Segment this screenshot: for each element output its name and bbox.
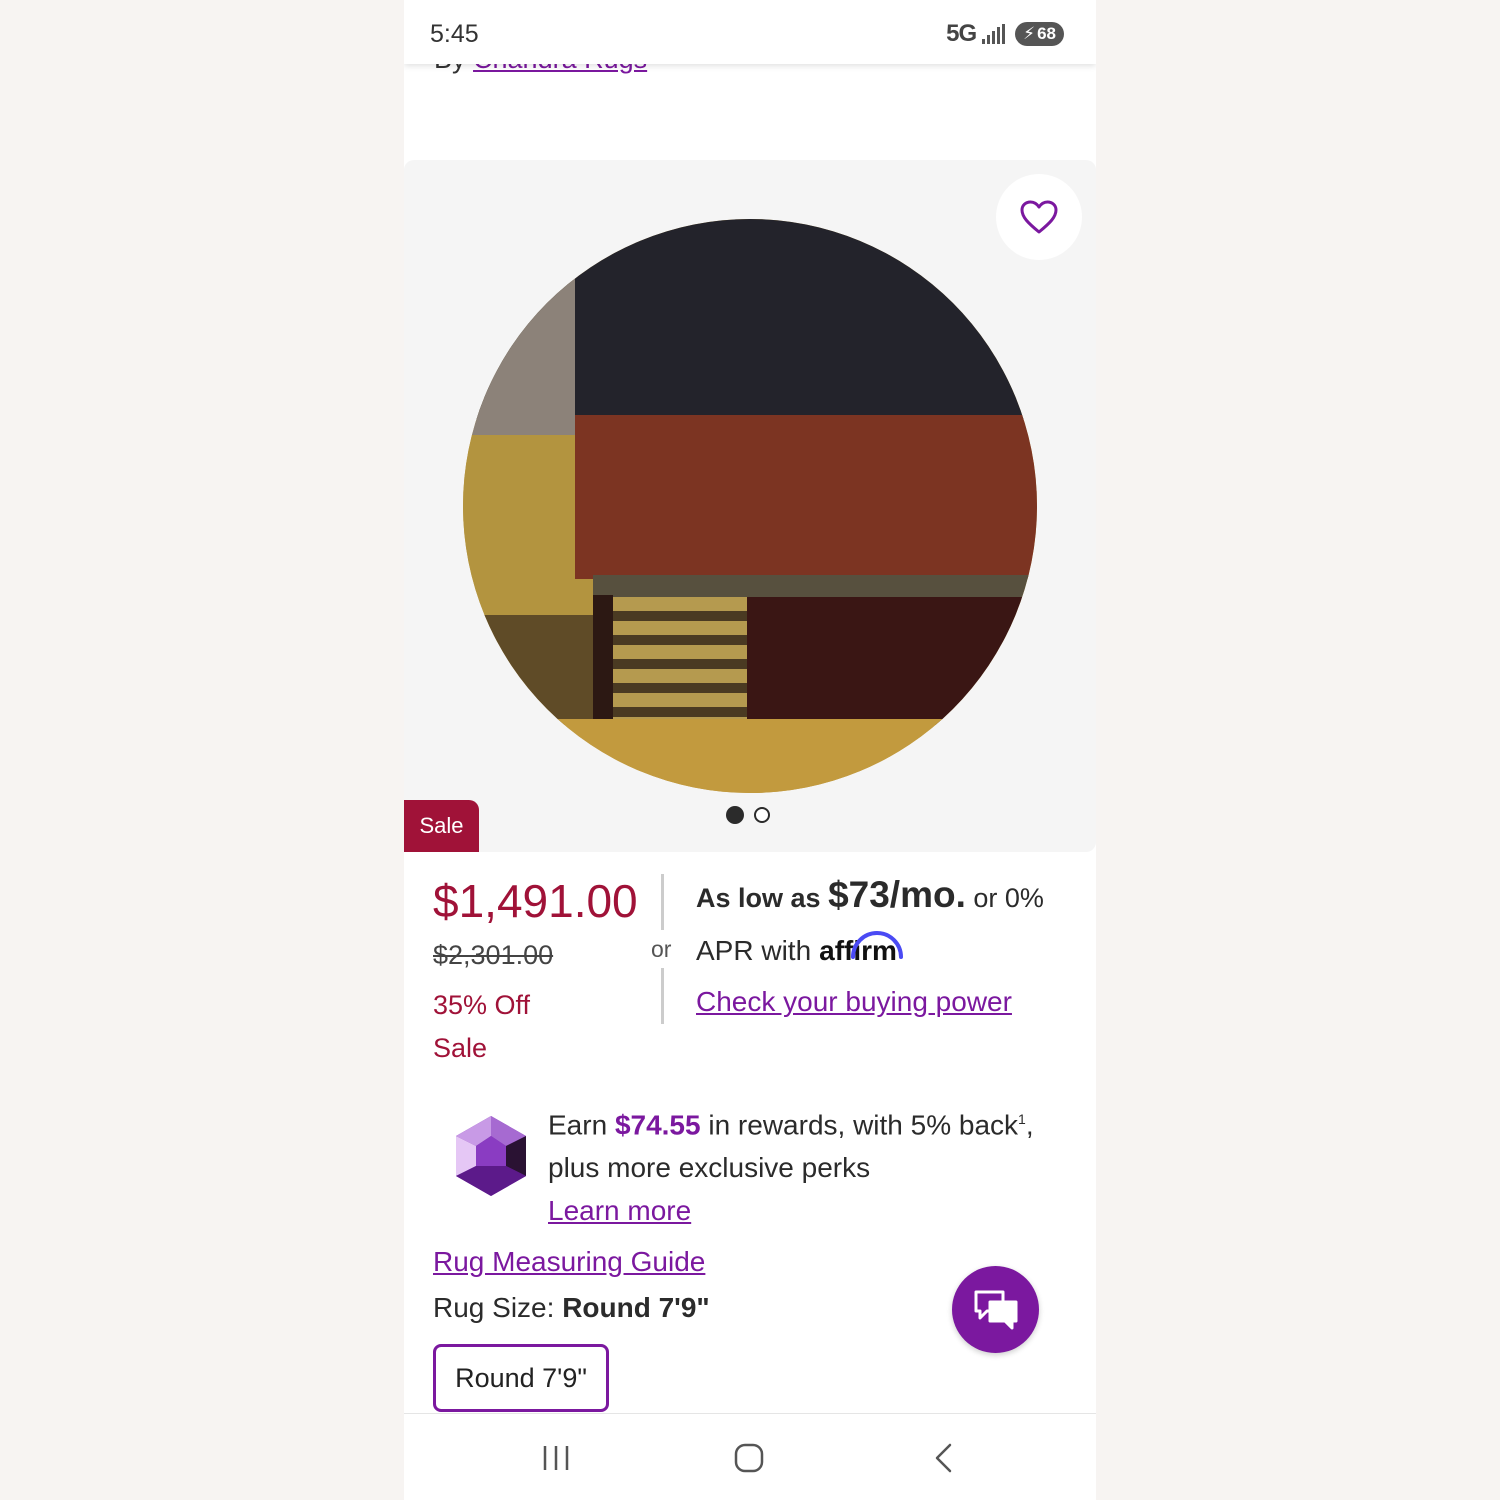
back-button[interactable] — [922, 1436, 966, 1480]
rewards-message: Earn $74.55 in rewards, with 5% back1, p… — [548, 1098, 1068, 1232]
carousel-dot-active[interactable] — [726, 806, 744, 824]
status-time: 5:45 — [430, 20, 479, 48]
rug-size-line: Rug Size: Round 7'9" — [433, 1292, 710, 1324]
sale-label: Sale — [433, 1033, 488, 1063]
sale-badge: Sale — [404, 800, 479, 852]
current-price: $1,491.00 — [433, 875, 638, 927]
home-icon — [734, 1443, 764, 1473]
signal-icon — [982, 24, 1006, 44]
favorite-button[interactable] — [996, 174, 1082, 260]
rewards-footnote: 1 — [1018, 1111, 1026, 1127]
or-separator: or — [651, 936, 672, 962]
rug-size-label: Rug Size: — [433, 1292, 555, 1323]
carousel-dot[interactable] — [754, 807, 770, 823]
rewards-amount: $74.55 — [614, 1109, 701, 1141]
as-low-as-label: As low as — [696, 883, 821, 913]
system-nav-bar — [404, 1413, 1096, 1500]
rewards-earn: Earn — [548, 1109, 608, 1141]
chat-button[interactable] — [952, 1266, 1039, 1353]
financing-line-2: APR with affirm — [696, 931, 904, 967]
product-image — [463, 219, 1037, 793]
network-type: 5G — [946, 20, 977, 47]
zero-percent: or 0% — [973, 883, 1044, 913]
rug-measuring-guide-link[interactable]: Rug Measuring Guide — [433, 1246, 705, 1278]
battery-icon: ⚡ 68 — [1015, 22, 1064, 46]
divider — [661, 874, 664, 930]
recent-apps-button[interactable] — [534, 1436, 578, 1480]
status-indicators: 5G ⚡ 68 — [946, 20, 1064, 48]
status-bar: 5:45 5G ⚡ 68 — [404, 0, 1096, 64]
divider — [661, 968, 664, 1024]
battery-level: 68 — [1037, 24, 1056, 43]
gem-icon — [456, 1116, 526, 1196]
size-option-round-7-9[interactable]: Round 7'9" — [433, 1344, 609, 1412]
monthly-payment: $73/mo. — [828, 874, 966, 915]
home-button[interactable] — [727, 1436, 771, 1480]
affirm-logo: affirm — [819, 931, 904, 967]
phone-screen: 5:45 5G ⚡68 By Chandra Rugs — [404, 0, 1096, 1500]
check-buying-power-link[interactable]: Check your buying power — [696, 986, 1012, 1018]
carousel-dots — [726, 806, 770, 824]
chat-icon — [974, 1290, 1017, 1329]
rewards-learn-more-link[interactable]: Learn more — [548, 1195, 691, 1226]
product-image-carousel[interactable] — [404, 160, 1096, 852]
original-price: $2,301.00 — [433, 940, 554, 970]
rug-size-selected: Round 7'9" — [562, 1292, 710, 1323]
apr-with-label: APR with — [696, 935, 812, 966]
rewards-perks: plus more exclusive perks — [548, 1152, 871, 1184]
back-icon — [935, 1443, 952, 1473]
recent-apps-icon — [543, 1446, 569, 1470]
rewards-comma: , — [1025, 1109, 1034, 1141]
heart-icon — [1020, 200, 1058, 234]
financing-line: As low as $73/mo. or 0% — [696, 874, 1044, 916]
discount-percent: 35% Off — [433, 990, 531, 1020]
rewards-rest: in rewards, with 5% back — [708, 1109, 1019, 1141]
